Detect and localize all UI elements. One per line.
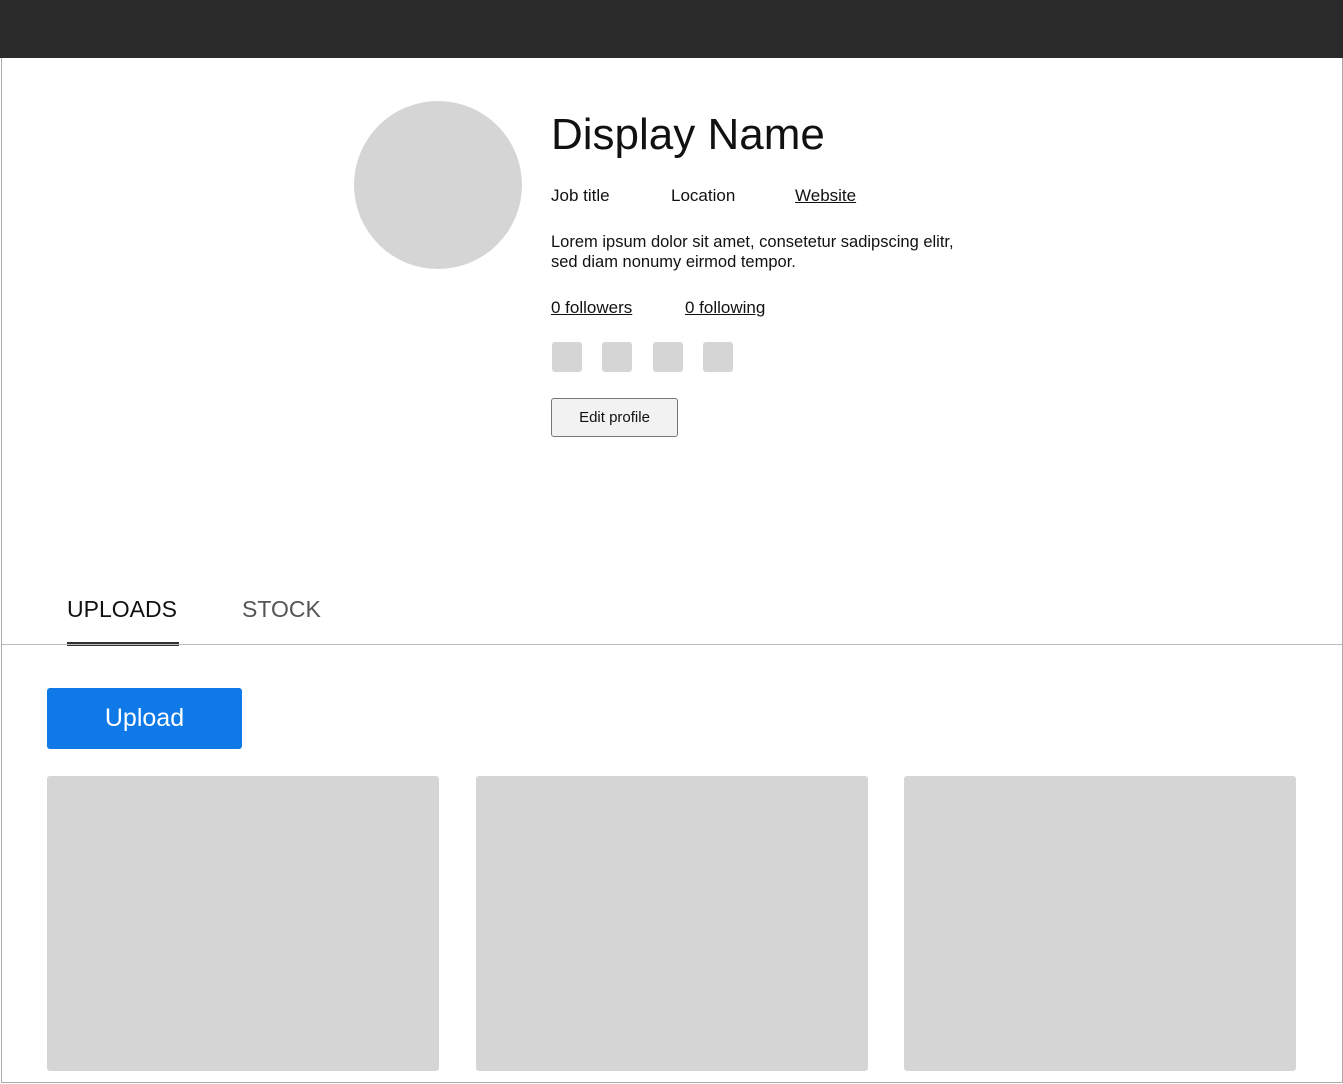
bio: Lorem ipsum dolor sit amet, consetetur s… xyxy=(551,233,954,271)
social-icon-1[interactable] xyxy=(552,342,582,372)
location: Location xyxy=(671,186,736,205)
upload-tile[interactable] xyxy=(904,776,1296,1071)
top-bar xyxy=(0,0,1343,58)
upload-tile[interactable] xyxy=(476,776,868,1071)
tab-uploads[interactable]: UPLOADS xyxy=(67,596,177,623)
social-icon-4[interactable] xyxy=(703,342,733,372)
edit-profile-button[interactable]: Edit profile xyxy=(551,398,678,437)
tabs-divider xyxy=(2,644,1342,645)
upload-button[interactable]: Upload xyxy=(47,688,242,749)
upload-tile[interactable] xyxy=(47,776,439,1071)
display-name: Display Name xyxy=(551,110,825,159)
tab-stock[interactable]: STOCK xyxy=(242,596,321,623)
followers-link[interactable]: 0 followers xyxy=(551,298,632,318)
avatar xyxy=(354,101,522,269)
website-link[interactable]: Website xyxy=(795,186,856,206)
job-title: Job title xyxy=(551,186,610,205)
social-icon-3[interactable] xyxy=(653,342,683,372)
following-link[interactable]: 0 following xyxy=(685,298,765,318)
social-icon-2[interactable] xyxy=(602,342,632,372)
